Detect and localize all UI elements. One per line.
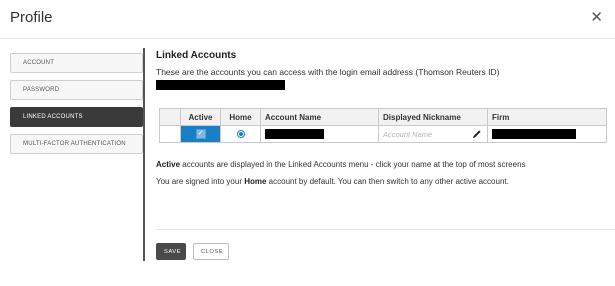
active-checkbox[interactable]: ✓ (195, 129, 206, 139)
row-spacer (160, 126, 181, 142)
linked-accounts-table: Active Home Account Name Displayed Nickn… (159, 108, 607, 143)
redacted-firm (492, 129, 576, 139)
account-name-cell (261, 126, 379, 142)
redacted-email (156, 79, 285, 90)
header-account-name: Account Name (261, 109, 379, 125)
pencil-icon[interactable] (471, 128, 483, 140)
save-button[interactable]: SAVE (156, 243, 186, 260)
dialog-title: Profile (10, 9, 53, 26)
close-icon[interactable]: ✕ (590, 10, 603, 26)
header-spacer (160, 109, 181, 125)
firm-cell (488, 126, 606, 142)
nav-divider (143, 48, 145, 261)
header-firm: Firm (492, 112, 510, 122)
home-cell (221, 126, 261, 142)
radio-selected-icon (238, 132, 243, 136)
home-radio[interactable] (236, 130, 245, 138)
section-description: These are the accounts you can access wi… (156, 66, 506, 90)
section-title: Linked Accounts (156, 50, 237, 61)
nav-item-linked-accounts[interactable]: LINKED ACCOUNTS (10, 107, 143, 127)
header-home: Home (221, 109, 261, 125)
nickname-input[interactable]: Account Name (383, 130, 471, 139)
header-divider (0, 38, 615, 39)
nav-item-account[interactable]: ACCOUNT (10, 53, 143, 73)
table-header-row: Active Home Account Name Displayed Nickn… (160, 109, 606, 126)
header-displayed-nickname: Displayed Nickname (379, 109, 488, 125)
note-active: Active accounts are displayed in the Lin… (156, 160, 526, 169)
redacted-account-name (265, 129, 324, 139)
description-text: These are the accounts you can access wi… (156, 67, 500, 77)
nav-item-password[interactable]: PASSWORD (10, 80, 143, 100)
checkbox-check-icon: ✓ (197, 130, 204, 137)
note-home: You are signed into your Home account by… (156, 177, 509, 186)
active-cell: ✓ (181, 126, 221, 142)
linked-accounts-panel: Linked Accounts These are the accounts y… (156, 50, 611, 90)
table-row: ✓ Account Name (160, 126, 606, 142)
footer-divider (156, 229, 615, 230)
linked-accounts-notes: Active accounts are displayed in the Lin… (156, 156, 611, 190)
nav-item-multi-factor-authentication[interactable]: MULTI-FACTOR AUTHENTICATION (10, 134, 143, 154)
nickname-cell: Account Name (379, 126, 488, 142)
header-active: Active (181, 109, 221, 125)
close-button[interactable]: CLOSE (193, 243, 229, 260)
profile-nav: ACCOUNT PASSWORD LINKED ACCOUNTS MULTI-F… (10, 53, 143, 161)
